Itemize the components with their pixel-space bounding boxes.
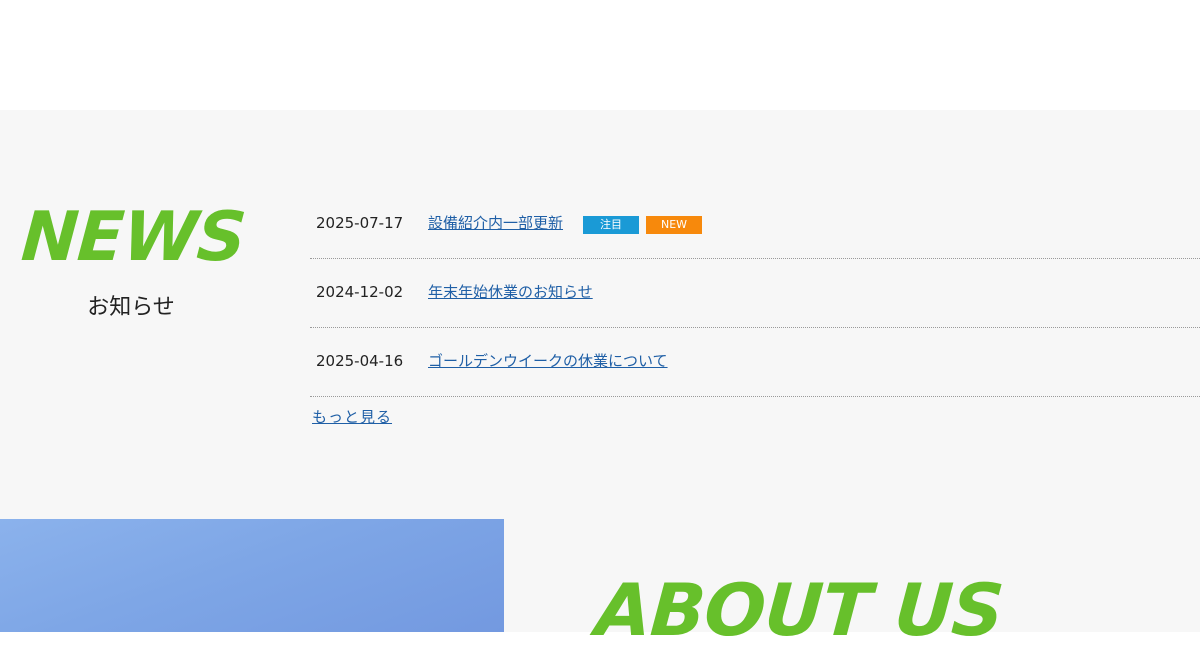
news-title-link[interactable]: 設備紹介内一部更新 bbox=[428, 213, 563, 233]
about-image bbox=[0, 519, 504, 632]
news-title-link[interactable]: ゴールデンウイークの休業について bbox=[428, 351, 668, 371]
news-date: 2025-07-17 bbox=[316, 214, 404, 232]
featured-badge: 注目 bbox=[583, 216, 639, 234]
news-list: 2025-07-17 設備紹介内一部更新 注目 NEW 2024-12-02 年… bbox=[310, 190, 1200, 397]
header-area bbox=[0, 0, 1200, 110]
news-date: 2024-12-02 bbox=[316, 283, 404, 301]
news-item: 2025-07-17 設備紹介内一部更新 注目 NEW bbox=[310, 190, 1200, 259]
about-heading: ABOUT US bbox=[593, 568, 1006, 652]
news-heading: NEWS bbox=[18, 198, 248, 277]
news-subheading: お知らせ bbox=[87, 295, 175, 320]
more-news-link[interactable]: もっと見る bbox=[312, 407, 392, 427]
news-item: 2025-04-16 ゴールデンウイークの休業について bbox=[310, 328, 1200, 397]
news-item: 2024-12-02 年末年始休業のお知らせ bbox=[310, 259, 1200, 328]
news-title-link[interactable]: 年末年始休業のお知らせ bbox=[428, 282, 593, 302]
news-date: 2025-04-16 bbox=[316, 352, 404, 370]
new-badge: NEW bbox=[646, 216, 702, 234]
